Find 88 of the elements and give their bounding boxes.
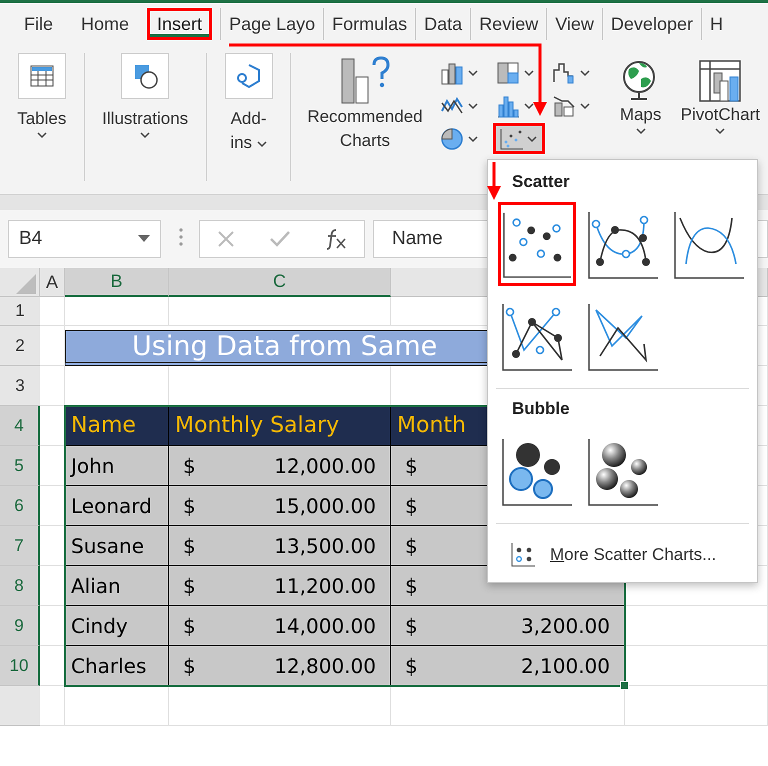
caret-icon: [140, 131, 150, 139]
currency-symbol: $: [405, 454, 418, 478]
ribbon-tab[interactable]: File: [14, 8, 64, 40]
maps-button[interactable]: Maps: [608, 57, 673, 135]
amount: 12,000.00: [274, 454, 376, 478]
row-header: 7: [0, 526, 40, 566]
row-header: 6: [0, 486, 40, 526]
currency-symbol: $: [405, 534, 418, 558]
caret-icon: [715, 127, 726, 135]
caret-icon: [256, 140, 267, 148]
row-header: 4: [0, 406, 40, 446]
currency-symbol: $: [183, 494, 196, 518]
column-header: B: [65, 268, 169, 297]
currency-symbol: $: [405, 574, 418, 598]
ribbon-tab[interactable]: Data: [415, 8, 470, 40]
currency-symbol: $: [183, 454, 196, 478]
check-icon: [268, 229, 291, 249]
currency-symbol: $: [405, 654, 418, 678]
pivotchart-button[interactable]: PivotChart: [672, 57, 768, 135]
currency-symbol: $: [183, 574, 196, 598]
currency-symbol: $: [405, 494, 418, 518]
scatter-chart-icon: [510, 542, 536, 568]
table-cell: Susane: [65, 526, 169, 566]
caret-icon: [580, 102, 590, 110]
ribbon-tab[interactable]: Insert: [147, 8, 212, 40]
chart-option[interactable]: [498, 202, 576, 286]
row-header: 3: [0, 366, 40, 406]
table-header: Monthly Salary: [169, 406, 391, 446]
column-header: A: [40, 268, 65, 297]
row-header: 8: [0, 566, 40, 606]
caret-icon: [468, 68, 478, 76]
addins-button[interactable]: Add- ins: [218, 53, 279, 181]
amount: 3,200.00: [520, 614, 610, 638]
caret-icon: [36, 131, 47, 139]
ribbon-tab[interactable]: Review: [470, 8, 546, 40]
column-header: C: [169, 268, 391, 297]
table-header: Name: [65, 406, 169, 446]
grid-cell: [40, 686, 65, 726]
cell-reference: B4: [19, 228, 42, 250]
table-cell: John: [65, 446, 169, 486]
dropdown-arrow-icon: [138, 235, 150, 243]
currency-symbol: $: [183, 614, 196, 638]
currency-symbol: $: [405, 614, 418, 638]
currency-symbol: $: [183, 654, 196, 678]
ribbon-tab[interactable]: Page Layo: [220, 8, 324, 40]
grid-cell: [40, 297, 65, 326]
name-box[interactable]: B4: [8, 220, 161, 258]
row-header: 5: [0, 446, 40, 486]
ribbon-tab[interactable]: Home: [71, 8, 140, 40]
amount: 15,000.00: [274, 494, 376, 518]
tables-button[interactable]: Tables: [11, 53, 72, 181]
recommended-charts-button[interactable]: Recommended Charts: [299, 55, 431, 153]
grip-icon: [179, 226, 183, 246]
more-charts-link[interactable]: More Scatter Charts...: [488, 534, 716, 568]
amount: 11,200.00: [274, 574, 376, 598]
amount: 13,500.00: [274, 534, 376, 558]
amount: 14,000.00: [274, 614, 376, 638]
ribbon-tab[interactable]: H: [700, 8, 731, 40]
caret-icon: [524, 102, 534, 110]
row-header: [0, 686, 40, 726]
cancel-icon: [216, 229, 236, 249]
row-header: 10: [0, 646, 40, 686]
table-cell: Charles: [65, 646, 169, 686]
row-header: 9: [0, 606, 40, 646]
table-cell: Alian: [65, 566, 169, 606]
table-cell: Cindy: [65, 606, 169, 646]
ribbon-tab[interactable]: Developer: [602, 8, 701, 40]
illustrations-button[interactable]: Illustrations: [96, 53, 194, 181]
caret-icon: [468, 134, 478, 142]
caret-icon: [580, 68, 590, 76]
row-header: 2: [0, 326, 40, 366]
fill-handle[interactable]: [620, 681, 629, 690]
table-cell: Leonard: [65, 486, 169, 526]
ribbon-tab[interactable]: Formulas: [323, 8, 416, 40]
section-heading: Scatter: [512, 172, 571, 193]
pointer-arrow: [487, 162, 501, 200]
currency-symbol: $: [183, 534, 196, 558]
amount: 12,800.00: [274, 654, 376, 678]
ribbon-tab[interactable]: View: [546, 8, 602, 40]
caret-icon: [526, 134, 537, 142]
grid-cell: [40, 366, 65, 406]
chart-type-button[interactable]: [492, 123, 545, 154]
caret-icon: [468, 102, 478, 110]
row-header: 1: [0, 297, 40, 326]
amount: 2,100.00: [520, 654, 610, 678]
caret-icon: [524, 68, 534, 76]
caret-icon: [636, 127, 646, 135]
select-all-icon: [16, 274, 36, 294]
